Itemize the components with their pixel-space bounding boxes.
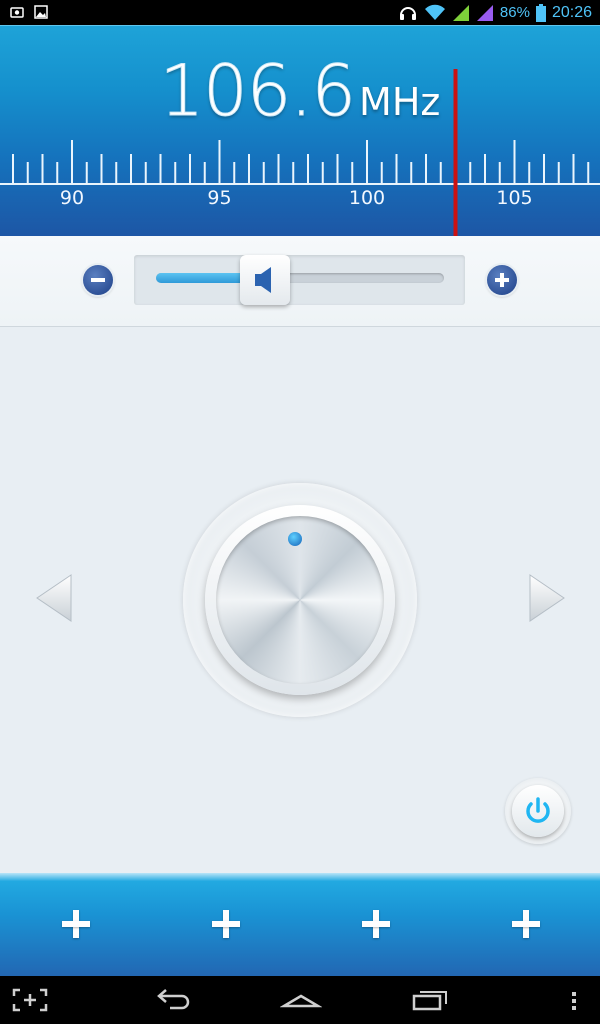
- frequency-panel[interactable]: 90 95 100 105 106.6 MHz: [0, 25, 600, 237]
- scale-label: 105: [496, 187, 532, 209]
- menu-icon[interactable]: [562, 976, 586, 1024]
- scale-label: 90: [60, 187, 84, 209]
- power-button[interactable]: [505, 778, 571, 844]
- frequency-readout: 106.6 MHz: [0, 50, 600, 133]
- preset-slot-1[interactable]: [0, 873, 150, 976]
- frequency-unit: MHz: [359, 80, 441, 124]
- recent-apps-icon[interactable]: [410, 976, 452, 1024]
- volume-thumb[interactable]: [240, 255, 290, 305]
- signal-icon: [452, 4, 469, 21]
- preset-slot-3[interactable]: [300, 873, 450, 976]
- speaker-icon: [255, 267, 271, 293]
- signal-icon-2: [476, 4, 493, 21]
- volume-slider[interactable]: [134, 255, 465, 305]
- triangle-right-icon[interactable]: [527, 573, 567, 623]
- plus-icon: [212, 910, 240, 938]
- tuner-controls: [0, 327, 600, 873]
- volume-control: [0, 236, 600, 327]
- volume-down-button[interactable]: [83, 265, 113, 295]
- wifi-icon: [424, 4, 445, 20]
- tuning-knob[interactable]: [183, 483, 417, 717]
- power-icon: [526, 797, 550, 823]
- gallery-icon: [34, 5, 48, 19]
- status-bar: 86% 20:26: [0, 0, 600, 25]
- plus-icon: [512, 910, 540, 938]
- knob-indicator: [288, 532, 302, 546]
- plus-icon: [362, 910, 390, 938]
- power-button-face[interactable]: [512, 785, 564, 837]
- scale-label: 100: [349, 187, 385, 209]
- navigation-bar: [0, 976, 600, 1024]
- clock: 20:26: [551, 4, 592, 21]
- triangle-left-icon[interactable]: [34, 573, 74, 623]
- preset-bar: [0, 873, 600, 976]
- frequency-value: 106.6: [159, 50, 356, 133]
- battery-percent: 86%: [499, 4, 530, 21]
- screenshot-icon[interactable]: [10, 976, 50, 1024]
- battery-icon: [535, 3, 546, 22]
- headphones-icon: [399, 6, 416, 20]
- volume-fill: [156, 273, 250, 283]
- preset-slot-2[interactable]: [150, 873, 300, 976]
- scale-label: 95: [207, 187, 231, 209]
- home-icon[interactable]: [280, 976, 322, 1024]
- back-icon[interactable]: [150, 976, 196, 1024]
- volume-up-button[interactable]: [487, 265, 517, 295]
- plus-icon: [62, 910, 90, 938]
- preset-slot-4[interactable]: [450, 873, 600, 976]
- screenshot-icon: [10, 7, 24, 18]
- plus-icon: [495, 273, 509, 287]
- minus-icon: [91, 278, 105, 282]
- volume-track[interactable]: [156, 273, 444, 283]
